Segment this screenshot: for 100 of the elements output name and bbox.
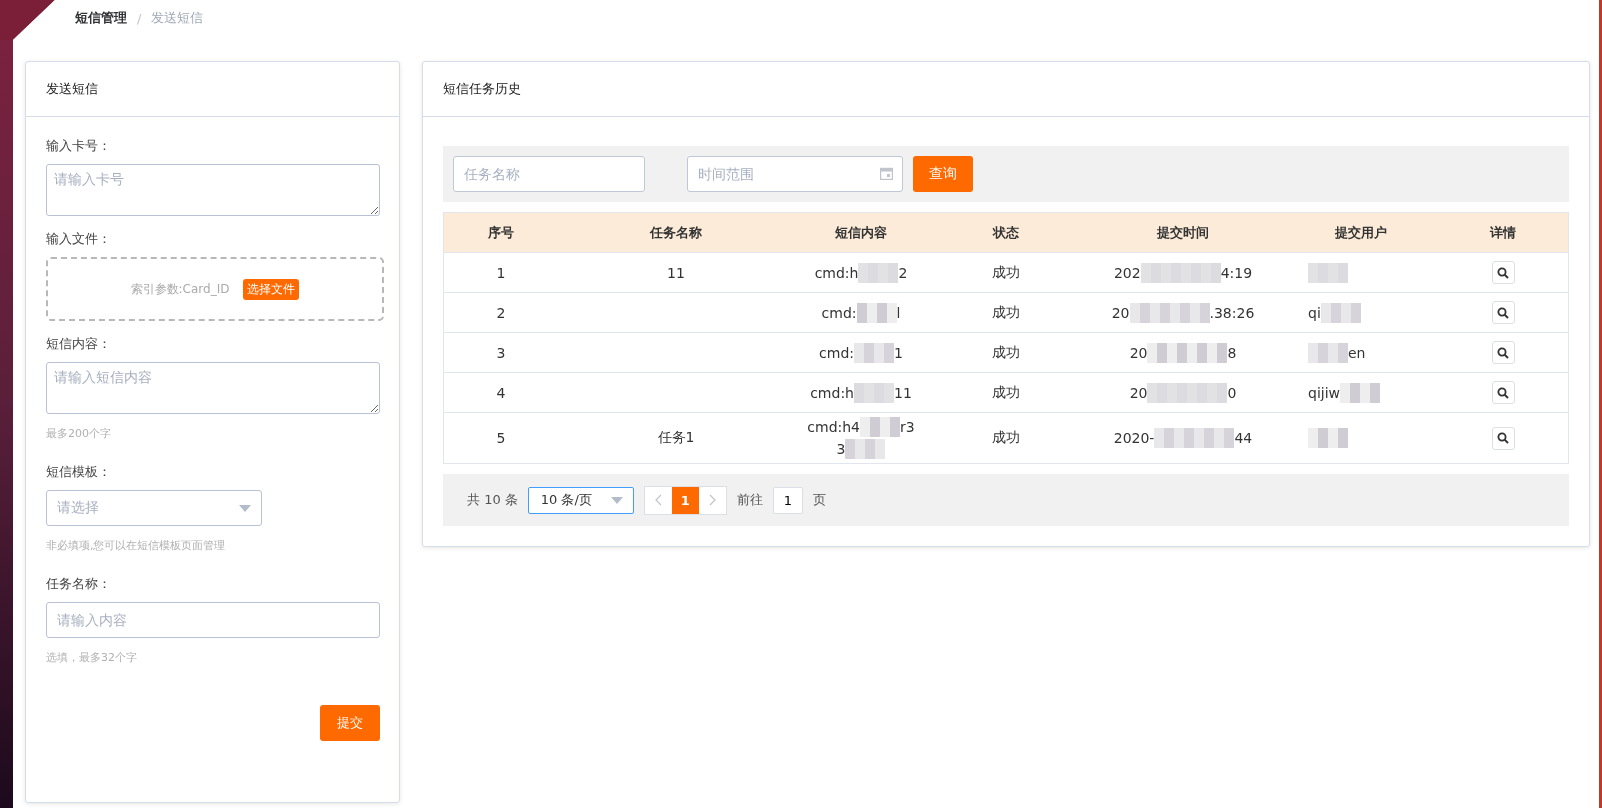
choose-file-button[interactable]: 选择文件: [243, 278, 300, 300]
help-text: 非必填项,您可以在短信模板页面管理: [46, 538, 227, 553]
cell-text: 0: [1227, 383, 1237, 403]
column-header: 提交时间: [1157, 223, 1209, 242]
cell-text: .38:26: [1209, 303, 1255, 323]
submit-button[interactable]: 提交: [320, 705, 380, 741]
cell-text: 2: [898, 263, 908, 283]
cell-text: cmd:h: [814, 263, 859, 283]
cell-text: cmd:h: [810, 383, 854, 403]
column-header: 短信内容: [835, 223, 887, 242]
cell-text: cmd:h4: [807, 418, 860, 437]
cell-text: cmd:: [821, 303, 857, 323]
chevron-left-icon: [654, 494, 662, 506]
detail-button[interactable]: [1491, 261, 1515, 284]
cell-text: qijiw: [1308, 383, 1340, 403]
field-label: 短信模板：: [46, 463, 112, 481]
cell-text: 202: [1113, 263, 1141, 283]
pixelated-patch: [1340, 382, 1380, 403]
panel-title: 发送短信: [46, 80, 98, 98]
page-number-field[interactable]: 1: [772, 486, 803, 514]
search-icon: [1497, 386, 1509, 399]
page-button[interactable]: 1: [671, 486, 699, 514]
column-header: 提交用户: [1334, 223, 1387, 242]
pixelated-patch: [1320, 302, 1361, 323]
file-drop-zone[interactable]: 索引参数:Card_ID 选择文件: [46, 257, 384, 321]
cell-text: 44: [1234, 429, 1253, 448]
chevron-right-icon: [708, 494, 716, 506]
cell-text: 1: [894, 343, 903, 363]
page-size-select[interactable]: 10 条/页: [527, 486, 634, 514]
table-cell: 成功: [991, 263, 1020, 282]
pixelated-patch: [856, 302, 897, 323]
column-header: 任务名称: [650, 223, 702, 242]
column-header: 状态: [992, 223, 1019, 242]
cell-text: r3: [900, 418, 915, 437]
breadcrumb-item[interactable]: 发送短信: [151, 9, 204, 27]
column-header: 序号: [488, 223, 514, 242]
cell-text: 20: [1129, 343, 1148, 363]
pixelated-patch: [845, 439, 886, 459]
total-count: 共 10 条: [467, 491, 518, 509]
table-cell: 成功: [991, 429, 1020, 447]
query-button[interactable]: 查询: [913, 156, 973, 192]
drop-hint: 索引参数:Card_ID: [130, 280, 230, 298]
table-cell: 1: [496, 264, 506, 281]
table-cell: 3: [496, 344, 506, 361]
table-cell: 成功: [991, 303, 1020, 322]
cell-text: 4:19: [1220, 263, 1253, 283]
time-range-field[interactable]: 时间范围: [687, 156, 903, 192]
table-cell: 4: [496, 384, 506, 401]
text-area[interactable]: 请输入短信内容: [46, 362, 380, 414]
detail-button[interactable]: [1491, 301, 1515, 324]
table-cell: 成功: [991, 383, 1020, 402]
cell-text: 8: [1227, 343, 1237, 363]
dropdown-caret-icon: [239, 504, 251, 512]
field-label: 输入文件：: [46, 230, 112, 248]
task-name-field[interactable]: 任务名称: [453, 156, 645, 192]
field-label: 输入卡号：: [46, 137, 112, 155]
template-select[interactable]: 请选择: [46, 490, 262, 526]
field-label: 任务名称：: [46, 575, 112, 593]
detail-button[interactable]: [1491, 381, 1515, 404]
pixelated-patch: [1308, 262, 1348, 283]
help-text: 最多200个字: [46, 426, 112, 441]
select-placeholder: 请选择: [57, 499, 99, 517]
cell-text: 2020-: [1113, 429, 1155, 448]
page-size-value: 10 条/页: [540, 491, 592, 509]
search-icon: [1497, 306, 1509, 319]
cell-text: cmd:: [819, 343, 854, 363]
pixelated-patch: [854, 342, 894, 363]
table-cell: 5: [496, 430, 506, 446]
dropdown-caret-icon: [610, 496, 623, 504]
page-suffix: 页: [812, 491, 826, 509]
detail-button[interactable]: [1491, 341, 1515, 364]
cell-text: en: [1348, 343, 1366, 363]
cell-text: 20: [1129, 383, 1148, 403]
pixelated-patch: [854, 382, 894, 403]
table-cell: 2: [496, 304, 506, 321]
cell-text: 3: [836, 440, 846, 459]
search-icon: [1497, 346, 1509, 359]
search-icon: [1497, 266, 1509, 279]
column-header: 详情: [1490, 223, 1516, 242]
table-cell: 11: [667, 264, 685, 281]
table-cell: 成功: [991, 343, 1020, 362]
cell-text: 11: [894, 383, 912, 403]
breadcrumb-item[interactable]: 短信管理: [75, 9, 127, 27]
cell-text: l: [896, 303, 901, 323]
input-field[interactable]: 请输入内容: [46, 602, 380, 638]
goto-label: 前往: [736, 491, 763, 509]
calendar-icon: [880, 167, 893, 180]
breadcrumb-separator: /: [137, 10, 142, 26]
table-cell: 任务1: [657, 429, 695, 447]
cell-text: qi: [1308, 303, 1321, 323]
search-icon: [1497, 432, 1509, 444]
text-area[interactable]: 请输入卡号: [46, 164, 380, 216]
pixelated-patch: [860, 417, 900, 437]
pixelated-patch: [1308, 428, 1348, 448]
help-text: 选填，最多32个字: [46, 650, 138, 665]
panel-title: 短信任务历史: [443, 80, 521, 98]
pixelated-patch: [1308, 342, 1348, 363]
pixelated-patch: [858, 262, 899, 283]
detail-button[interactable]: [1491, 426, 1515, 450]
cell-text: 20: [1111, 303, 1130, 323]
